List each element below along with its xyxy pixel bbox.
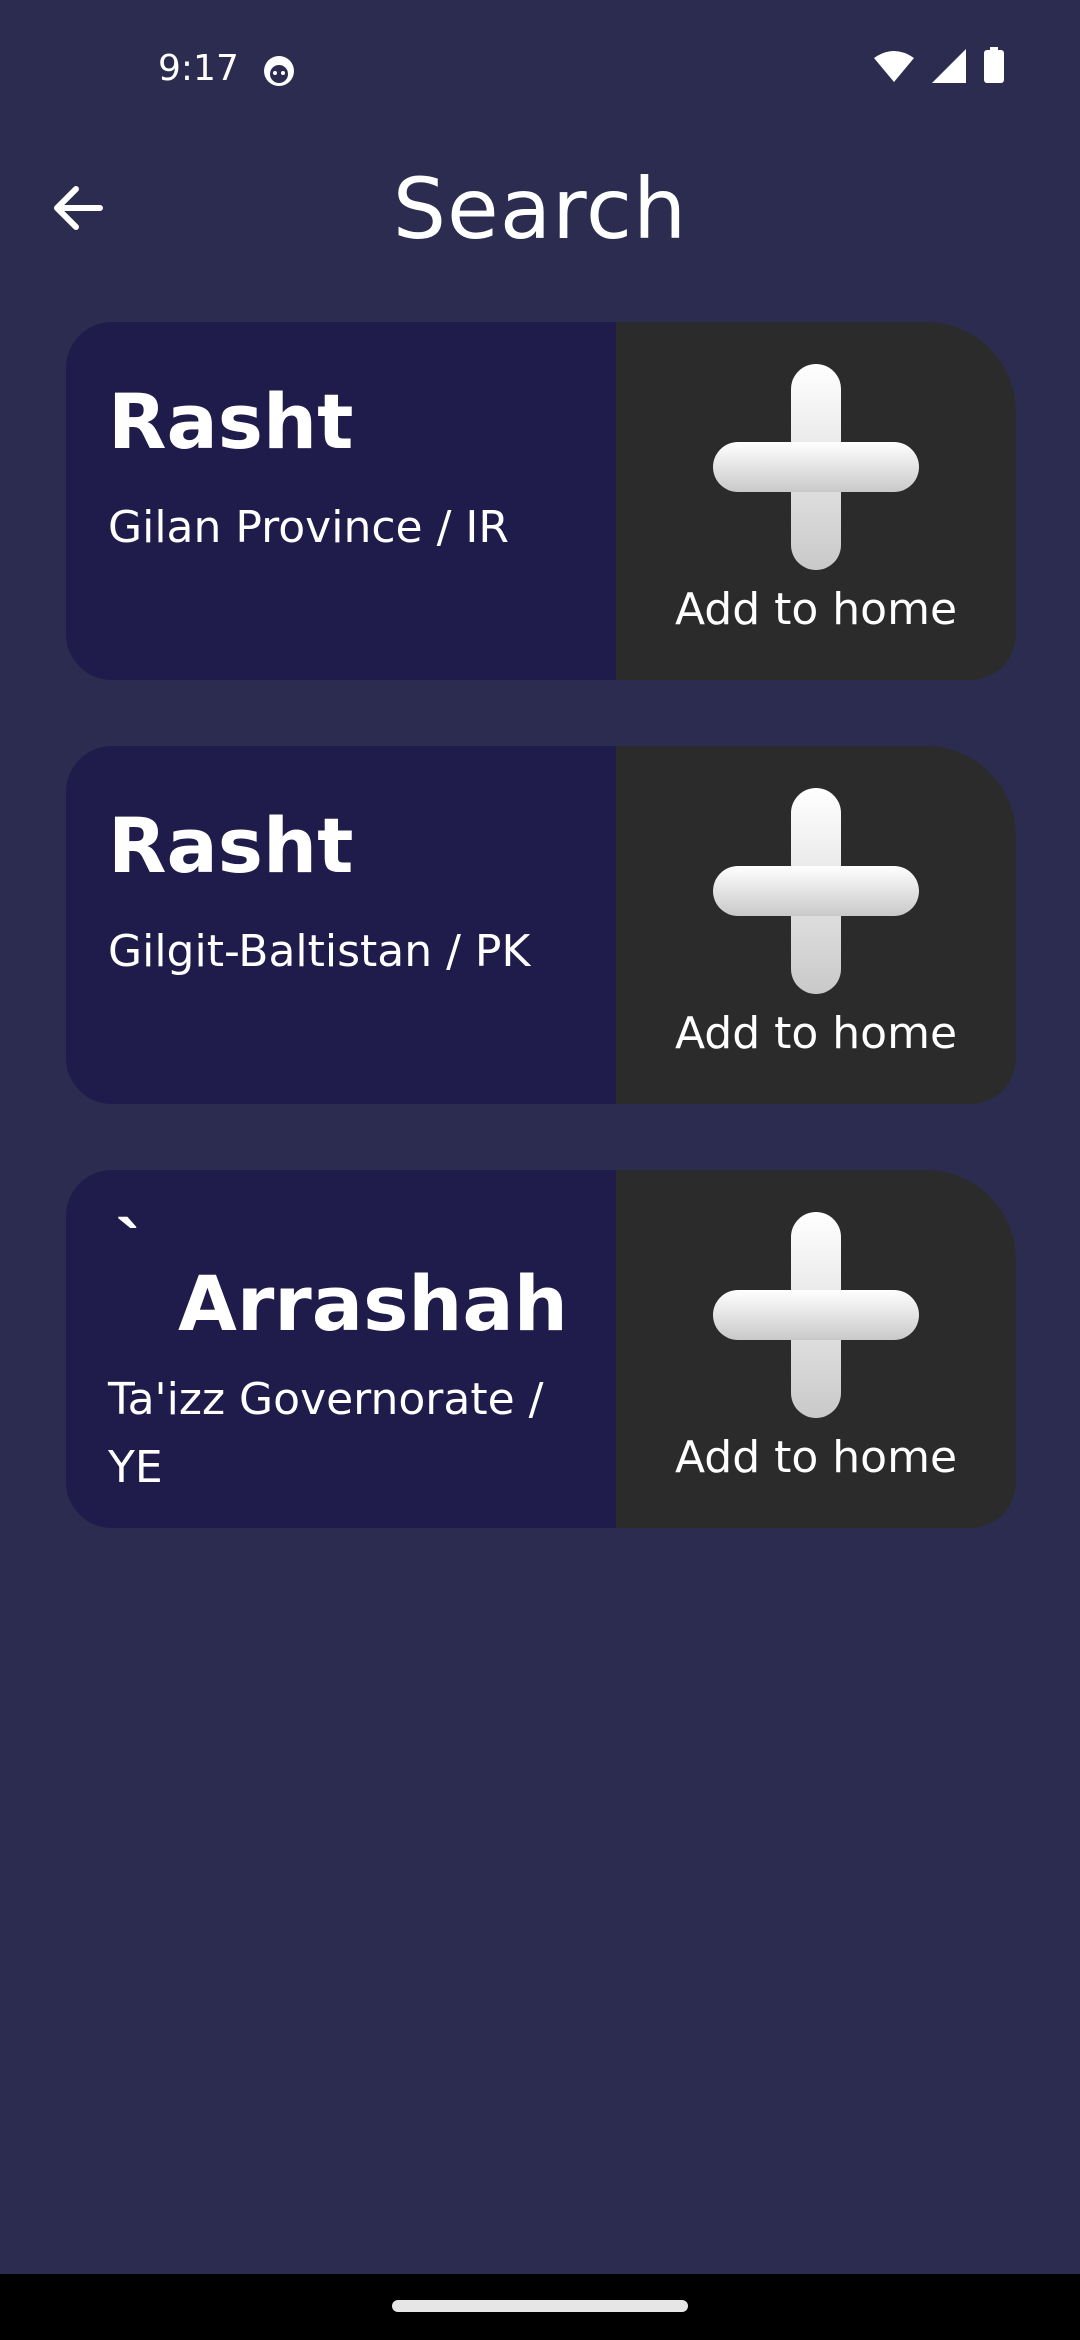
add-to-home-button[interactable]: Add to home — [616, 1170, 1016, 1528]
status-bar: 9:17 — [0, 0, 1080, 140]
city-name: Rasht — [108, 801, 354, 890]
wifi-icon — [874, 51, 914, 88]
battery-icon — [984, 47, 1004, 88]
notification-icon — [262, 54, 296, 88]
result-info[interactable]: ` Arrashah Ta'izz Governorate / YE — [66, 1170, 616, 1528]
page-title: Search — [392, 160, 688, 258]
plus-icon — [713, 788, 919, 994]
add-to-home-label: Add to home — [674, 1008, 958, 1059]
add-to-home-label: Add to home — [674, 1432, 958, 1483]
signal-icon — [932, 49, 966, 88]
result-card: Rasht Gilgit-Baltistan / PK Add to home — [66, 746, 1016, 1104]
city-name: Rasht — [108, 377, 354, 466]
result-info[interactable]: Rasht Gilan Province / IR — [66, 322, 616, 680]
status-icons — [874, 47, 1004, 88]
plus-icon — [713, 1212, 919, 1418]
app-bar: Search — [0, 140, 1080, 280]
add-to-home-button[interactable]: Add to home — [616, 746, 1016, 1104]
region-label: Ta'izz Governorate / YE — [108, 1374, 544, 1493]
navigation-bar — [0, 2274, 1080, 2340]
results-list: Rasht Gilan Province / IR Add to home Ra… — [66, 322, 1016, 1594]
region-label: Gilan Province / IR — [108, 502, 509, 553]
add-to-home-label: Add to home — [674, 584, 958, 635]
status-time: 9:17 — [158, 48, 239, 89]
search-screen: 9:17 Search Rasht Gilan Province / IR Ad… — [0, 0, 1080, 2340]
result-info[interactable]: Rasht Gilgit-Baltistan / PK — [66, 746, 616, 1104]
add-to-home-button[interactable]: Add to home — [616, 322, 1016, 680]
result-card: ` Arrashah Ta'izz Governorate / YE Add t… — [66, 1170, 1016, 1528]
city-name: Arrashah — [178, 1259, 568, 1348]
home-gesture-handle[interactable] — [392, 2300, 688, 2312]
plus-icon — [713, 364, 919, 570]
region-label: Gilgit-Baltistan / PK — [108, 926, 531, 977]
result-card: Rasht Gilan Province / IR Add to home — [66, 322, 1016, 680]
